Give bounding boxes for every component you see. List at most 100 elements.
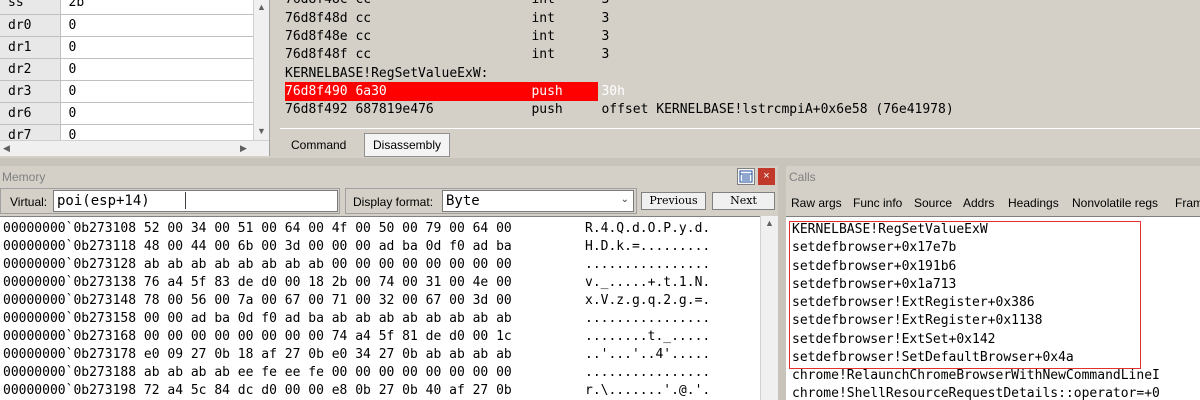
frame-nums-button[interactable]: Fram	[1175, 196, 1200, 210]
register-value[interactable]: 0	[60, 102, 254, 125]
memory-ascii: ................	[585, 257, 711, 272]
display-format-value: Byte	[446, 193, 480, 209]
tab-disassembly[interactable]: Disassembly	[364, 133, 451, 157]
addrs-button[interactable]: Addrs	[963, 196, 994, 210]
register-value[interactable]: 2b	[60, 0, 254, 15]
text-cursor	[185, 192, 186, 209]
disasm-current-instruction[interactable]: 76d8f490 6a30 push 30h	[285, 82, 625, 101]
memory-ascii: ................	[585, 365, 711, 380]
memory-ascii: v._.....+.t.1.N.	[585, 275, 711, 290]
display-format-select[interactable]: Byte ⌄	[442, 190, 634, 212]
call-frame[interactable]: chrome!RelaunchChromeBrowserWithNewComma…	[792, 367, 1160, 385]
memory-ascii: R.4.Q.d.O.P.y.d.	[585, 221, 711, 236]
scroll-up-arrow-icon[interactable]: ▲	[257, 2, 266, 12]
memory-row[interactable]: 00000000`0b273178 e0 09 27 0b 18 af 27 0…	[3, 346, 512, 364]
memory-ascii: ..'...'..4'.....	[585, 347, 711, 362]
memory-row[interactable]: 00000000`0b273148 78 00 56 00 7a 00 67 0…	[3, 292, 512, 310]
raw-args-button[interactable]: Raw args	[791, 196, 842, 210]
memory-ascii: H.D.k.=.........	[585, 239, 711, 254]
pane-splitter[interactable]	[0, 158, 1200, 166]
call-frame[interactable]: setdefbrowser!ExtRegister+0x1138	[792, 312, 1042, 330]
func-info-button[interactable]: Func info	[853, 196, 902, 210]
memory-row[interactable]: 00000000`0b273108 52 00 34 00 51 00 64 0…	[3, 220, 512, 238]
disasm-line[interactable]: 76d8f48e cc int 3	[285, 27, 609, 46]
register-name: dr2	[0, 58, 61, 81]
headings-button[interactable]: Headings	[1008, 196, 1059, 210]
virtual-address-value: poi(esp+14)	[57, 193, 150, 209]
register-row[interactable]: dr2 0	[0, 58, 254, 81]
register-value[interactable]: 0	[60, 80, 254, 103]
chevron-down-icon[interactable]: ⌄	[621, 194, 629, 205]
memory-row[interactable]: 00000000`0b273188 ab ab ab ab ee fe ee f…	[3, 364, 512, 382]
registers-vertical-scrollbar[interactable]: ▲ ▼	[253, 0, 269, 140]
scroll-up-arrow-icon[interactable]: ▲	[765, 218, 774, 228]
display-format-group: Display format: Byte ⌄	[345, 188, 637, 214]
call-frame[interactable]: setdefbrowser+0x1a713	[792, 276, 956, 294]
disasm-line[interactable]: 76d8f492 687819e476 push offset KERNELBASE…	[285, 100, 954, 119]
register-row[interactable]: dr0 0	[0, 14, 254, 37]
call-frame[interactable]: setdefbrowser!ExtRegister+0x386	[792, 294, 1035, 312]
disasm-line[interactable]: 76d8f48d cc int 3	[285, 9, 609, 28]
virtual-label: Virtual:	[10, 195, 48, 209]
call-frame[interactable]: setdefbrowser!SetDefaultBrowser+0x4a	[792, 349, 1074, 367]
call-stack-list[interactable]: KERNELBASE!RegSetValueExW setdefbrowser+…	[786, 216, 1200, 400]
next-button[interactable]: Next	[712, 192, 775, 210]
scroll-down-arrow-icon[interactable]: ▼	[257, 126, 266, 136]
register-row[interactable]: dr6 0	[0, 102, 254, 125]
memory-title: Memory	[2, 170, 46, 184]
registers-horizontal-scrollbar[interactable]: ◀ ▶	[0, 140, 269, 156]
window-splitter[interactable]	[778, 166, 786, 400]
calls-title: Calls	[789, 170, 816, 184]
memory-row[interactable]: 00000000`0b273118 48 00 44 00 6b 00 3d 0…	[3, 238, 512, 256]
register-name: dr6	[0, 102, 61, 125]
nonvolatile-regs-button[interactable]: Nonvolatile regs	[1072, 196, 1158, 210]
disasm-function-label: KERNELBASE!RegSetValueExW:	[285, 66, 489, 81]
register-value[interactable]: 0	[60, 36, 254, 59]
tab-command[interactable]: Command	[282, 133, 355, 157]
call-frame[interactable]: setdefbrowser!ExtSet+0x142	[792, 331, 996, 349]
register-name: dr3	[0, 80, 61, 103]
register-name: dr1	[0, 36, 61, 59]
source-button[interactable]: Source	[914, 196, 952, 210]
register-row[interactable]: dr1 0	[0, 36, 254, 59]
close-icon[interactable]: ×	[758, 168, 775, 185]
register-name: dr0	[0, 14, 61, 37]
display-format-label: Display format:	[353, 195, 434, 209]
disasm-line[interactable]: 76d8f48c ccint3	[285, 0, 609, 9]
call-frame[interactable]: setdefbrowser+0x17e7b	[792, 239, 956, 257]
registers-pane: ss 2b dr0 0 dr1 0 dr2 0 dr3 0 dr6 0 dr7 0 ▲ ▼ ◀…	[0, 0, 270, 156]
call-frame[interactable]: KERNELBASE!RegSetValueExW	[792, 221, 988, 239]
registers-table: ss 2b dr0 0 dr1 0 dr2 0 dr3 0 dr6 0 dr7 0	[0, 0, 254, 147]
calls-title-bar: Calls	[786, 166, 1200, 188]
virtual-group: Virtual: poi(esp+14)	[0, 188, 340, 214]
memory-row[interactable]: 00000000`0b273158 00 00 ad ba 0d f0 ad b…	[3, 310, 512, 328]
disassembly-pane[interactable]: 76d8f48c ccint3 76d8f48d ccint3 76d8f48e…	[280, 0, 1200, 126]
disasm-line[interactable]: 76d8f48f cc int 3	[285, 45, 609, 64]
tab-bar: Command Disassembly	[280, 128, 1200, 158]
memory-row[interactable]: 00000000`0b273168 00 00 00 00 00 00 00 0…	[3, 328, 512, 346]
register-row[interactable]: ss 2b	[0, 0, 254, 15]
call-frame[interactable]: chrome!ShellResourceRequestDetails::oper…	[792, 385, 1160, 400]
register-row[interactable]: dr3 0	[0, 80, 254, 103]
memory-vertical-scrollbar[interactable]: ▲	[760, 216, 778, 400]
memory-ascii: ................	[585, 311, 711, 326]
memory-ascii: ........t._.....	[585, 329, 711, 344]
scroll-left-arrow-icon[interactable]: ◀	[3, 143, 10, 154]
memory-row[interactable]: 00000000`0b273128 ab ab ab ab ab ab ab a…	[3, 256, 512, 274]
memory-dump[interactable]: 00000000`0b273108 52 00 34 00 51 00 64 0…	[0, 216, 778, 400]
calls-toolbar: Raw args Func info Source Addrs Headings…	[786, 188, 1200, 216]
register-value[interactable]: 0	[60, 14, 254, 37]
scroll-right-arrow-icon[interactable]: ▶	[240, 143, 247, 154]
memory-toolbar: Virtual: poi(esp+14) Display format: Byt…	[0, 188, 778, 216]
memory-row[interactable]: 00000000`0b273198 72 a4 5c 84 dc d0 00 0…	[3, 382, 512, 400]
memory-layout-icon[interactable]	[737, 168, 755, 185]
memory-ascii: r.\.......'.@.'.	[585, 383, 711, 398]
memory-title-bar: Memory ×	[0, 166, 778, 188]
virtual-address-input[interactable]: poi(esp+14)	[53, 190, 338, 212]
memory-ascii: x.V.z.g.q.2.g.=.	[585, 293, 711, 308]
call-frame[interactable]: setdefbrowser+0x191b6	[792, 258, 956, 276]
memory-row[interactable]: 00000000`0b273138 76 a4 5f 83 de d0 00 1…	[3, 274, 512, 292]
register-name: ss	[0, 0, 61, 15]
register-value[interactable]: 0	[60, 58, 254, 81]
previous-button[interactable]: Previous	[641, 192, 706, 210]
